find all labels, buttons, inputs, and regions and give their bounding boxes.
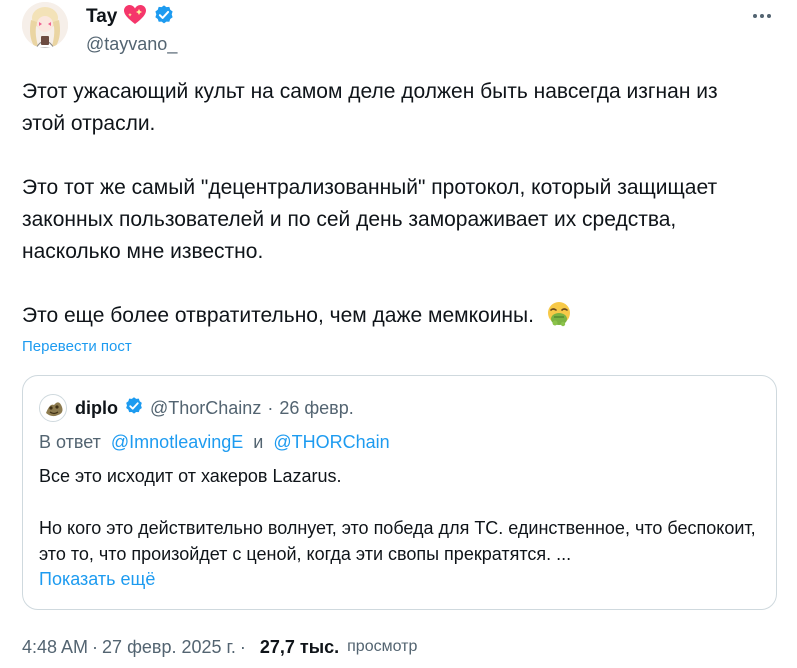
quoted-tweet-text: Все это исходит от хакеров Lazarus. Но к… (39, 463, 764, 567)
reply-mention-2[interactable]: @THORChain (273, 432, 389, 452)
tweet-time[interactable]: 4:48 AM (22, 637, 88, 658)
tweet-paragraph-3-text: Это еще более отвратительно, чем даже ме… (22, 304, 534, 327)
quoted-author-handle: @ThorChainz (150, 397, 262, 418)
tweet-paragraph-3: Это еще более отвратительно, чем даже ме… (22, 300, 762, 332)
author-name-row: Tay (86, 4, 175, 31)
verified-badge-icon (124, 396, 144, 421)
verified-badge-icon (153, 4, 175, 31)
reply-mention-1[interactable]: @ImnotleavingE (111, 432, 243, 452)
reply-and: и (253, 432, 264, 452)
show-more-link[interactable]: Показать ещё (39, 569, 155, 590)
quoted-paragraph-1: Все это исходит от хакеров Lazarus. (39, 466, 342, 486)
tweet-paragraph-2: Это тот же самый "децентрализованный" пр… (22, 176, 718, 263)
meta-separator: · (92, 636, 99, 657)
reply-prefix: В ответ (39, 432, 101, 452)
quoted-tweet-date: 26 февр. (279, 397, 354, 418)
author-avatar[interactable] (22, 2, 68, 48)
translate-post-link[interactable]: Перевести пост (22, 338, 132, 355)
views-label: просмотр (347, 638, 418, 655)
quoted-tweet-card[interactable]: diplo @ThorChainz · 26 февр. В ответ @Im… (22, 375, 777, 610)
views-count: 27,7 тыс. (259, 636, 340, 657)
author-handle[interactable]: @tayvano_ (86, 34, 177, 55)
quoted-author-avatar (39, 394, 67, 422)
quoted-paragraph-2: Но кого это действительно волнует, это п… (39, 518, 756, 564)
tweet-date[interactable]: 27 февр. 2025 г. (102, 637, 236, 658)
tweet-text: Этот ужасающий культ на самом деле долже… (22, 76, 762, 332)
more-horizontal-icon[interactable] (749, 6, 775, 26)
tweet: Tay @tayvano_ Этот ужасающий культ на са… (0, 0, 797, 668)
heart-sparkles-icon (123, 4, 147, 31)
quoted-header-separator: · (267, 397, 274, 418)
quoted-tweet-header: diplo @ThorChainz · 26 февр. (39, 394, 354, 422)
vomiting-face-icon (546, 301, 572, 327)
tweet-meta: 4:48 AM · 27 февр. 2025 г. · 27,7 тыс. п… (22, 634, 417, 660)
author-display-name[interactable]: Tay (86, 6, 117, 28)
meta-separator: · (239, 636, 246, 657)
quoted-reply-context: В ответ @ImnotleavingE и @THORChain (39, 432, 390, 453)
quoted-author-name: diplo (75, 397, 118, 418)
tweet-paragraph-1: Этот ужасающий культ на самом деле долже… (22, 80, 718, 135)
